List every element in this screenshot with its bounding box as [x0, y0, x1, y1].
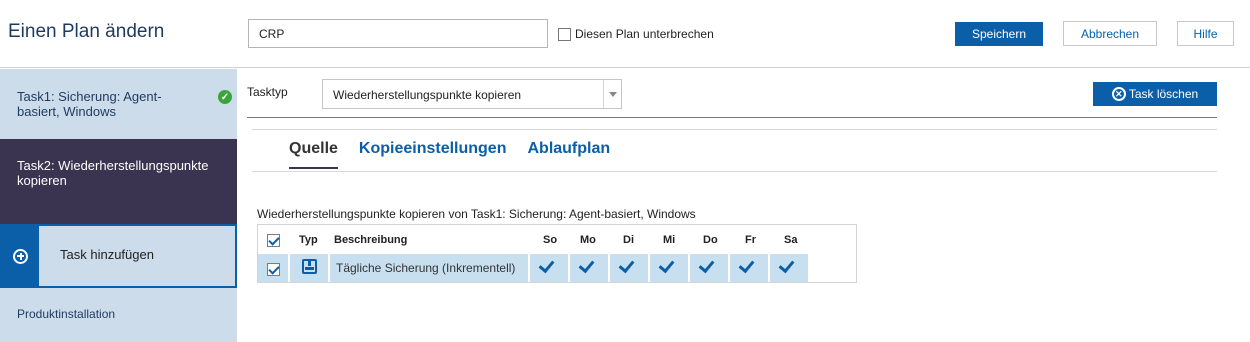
day-cell-wednesday	[650, 254, 688, 282]
day-cell-tuesday	[610, 254, 648, 282]
tasktyp-label: Tasktyp	[247, 85, 288, 99]
day-cell-monday	[570, 254, 608, 282]
delete-task-button[interactable]: ✕ Task löschen	[1093, 82, 1217, 106]
pause-plan-label: Diesen Plan unterbrechen	[575, 27, 714, 41]
row-select-cell	[258, 254, 288, 282]
checkmark-icon	[578, 256, 595, 274]
sidebar-item-label: Task1: Sicherung: Agent-basiert, Windows	[17, 89, 162, 119]
column-header-friday: Fr	[745, 234, 756, 246]
select-all-checkbox[interactable]	[267, 234, 280, 247]
sidebar-item-label: Produktinstallation	[17, 307, 116, 321]
day-cell-saturday	[770, 254, 808, 282]
divider	[247, 117, 1217, 118]
cancel-button[interactable]: Abbrechen	[1063, 21, 1157, 46]
day-cell-thursday	[690, 254, 728, 282]
day-cell-friday	[730, 254, 768, 282]
sidebar-item-task1[interactable]: Task1: Sicherung: Agent-basiert, Windows…	[0, 69, 237, 139]
column-header-tuesday: Di	[623, 234, 634, 246]
page-title: Einen Plan ändern	[8, 21, 165, 42]
sidebar-item-task2[interactable]: Task2: Wiederherstellungspunkte kopieren	[0, 139, 237, 224]
checkmark-icon	[618, 256, 635, 274]
schedule-table: Typ Beschreibung So Mo Di Mi Do Fr Sa Tä…	[257, 224, 857, 283]
plan-name-input[interactable]	[248, 19, 548, 48]
checkmark-icon	[738, 256, 755, 274]
description-cell: Tägliche Sicherung (Inkrementell)	[330, 254, 528, 282]
add-task-button[interactable]: Task hinzufügen	[0, 224, 237, 288]
schedule-description: Tägliche Sicherung (Inkrementell)	[336, 261, 516, 275]
checkmark-icon	[698, 256, 715, 274]
column-header-description: Beschreibung	[334, 234, 408, 246]
pause-plan-checkbox-box[interactable]	[558, 27, 571, 41]
day-cell-sunday	[530, 254, 568, 282]
header: Einen Plan ändern Diesen Plan unterbrech…	[0, 0, 1250, 68]
tab-quelle[interactable]: Quelle	[289, 140, 338, 169]
column-header-type: Typ	[299, 234, 318, 246]
chevron-down-icon	[609, 92, 617, 97]
tab-bar: Quelle Kopieeinstellungen Ablaufplan	[289, 140, 631, 169]
divider	[252, 171, 1217, 172]
table-row[interactable]: Tägliche Sicherung (Inkrementell)	[258, 254, 808, 282]
checkmark-icon	[778, 256, 795, 274]
table-header: Typ Beschreibung So Mo Di Mi Do Fr Sa	[258, 225, 856, 254]
backup-icon	[302, 259, 317, 274]
check-circle-icon: ✓	[218, 90, 232, 104]
sidebar-item-product-installation[interactable]: Produktinstallation	[0, 288, 237, 342]
pause-plan-checkbox[interactable]: Diesen Plan unterbrechen	[558, 27, 714, 41]
save-button[interactable]: Speichern	[955, 22, 1043, 46]
help-button[interactable]: Hilfe	[1177, 21, 1234, 46]
type-cell	[290, 254, 328, 282]
column-header-wednesday: Mi	[663, 234, 676, 246]
column-header-saturday: Sa	[784, 234, 798, 246]
sidebar: Task1: Sicherung: Agent-basiert, Windows…	[0, 69, 237, 342]
plus-circle-icon	[13, 248, 28, 264]
close-circle-icon: ✕	[1111, 87, 1126, 101]
dropdown-toggle[interactable]	[603, 80, 621, 108]
plus-box	[2, 226, 39, 286]
column-header-thursday: Do	[703, 234, 718, 246]
row-select-checkbox[interactable]	[267, 263, 280, 276]
sidebar-item-label: Task2: Wiederherstellungspunkte kopieren	[17, 158, 209, 188]
tasktyp-value: Wiederherstellungspunkte kopieren	[333, 88, 522, 102]
tasktyp-select[interactable]: Wiederherstellungspunkte kopieren	[322, 79, 622, 109]
tab-ablaufplan[interactable]: Ablaufplan	[527, 140, 610, 169]
column-header-sunday: So	[543, 234, 558, 246]
checkmark-icon	[658, 256, 675, 274]
add-task-label: Task hinzufügen	[60, 247, 154, 262]
delete-task-label: Task löschen	[1128, 87, 1199, 101]
checkmark-icon	[538, 256, 555, 274]
column-header-monday: Mo	[580, 234, 596, 246]
copy-source-description: Wiederherstellungspunkte kopieren von Ta…	[257, 207, 696, 221]
tab-kopieeinstellungen[interactable]: Kopieeinstellungen	[359, 140, 507, 169]
divider	[252, 129, 1217, 130]
